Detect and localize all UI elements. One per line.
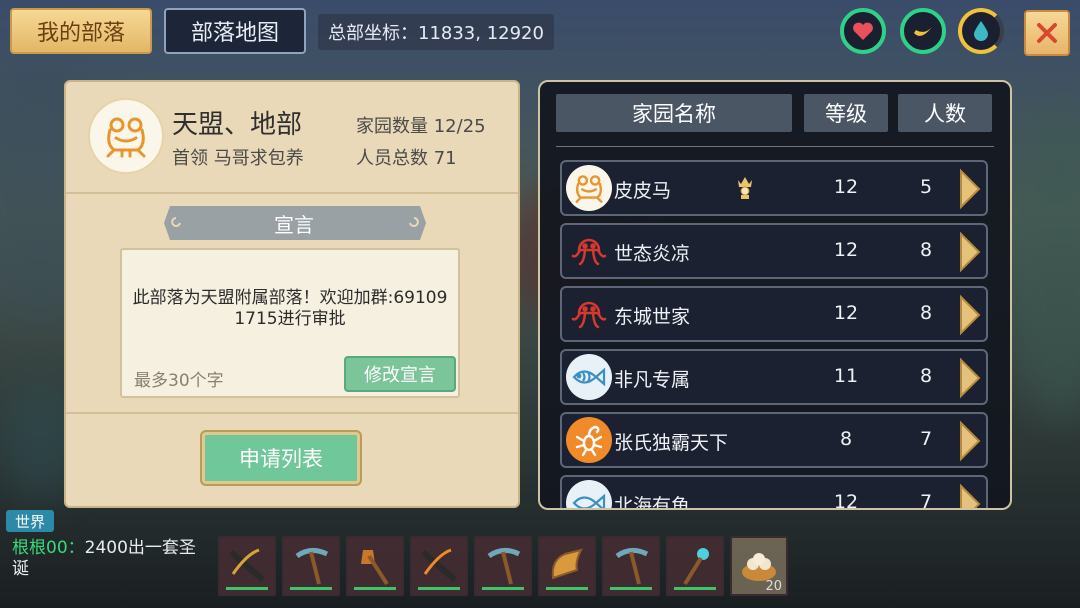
declaration-title: 宣言	[182, 206, 406, 240]
declaration-text: 此部落为天盟附属部落！欢迎加群:691091715进行审批	[132, 288, 448, 329]
declaration-limit: 最多30个字	[134, 371, 224, 391]
chevron-right-icon[interactable]	[958, 420, 982, 462]
ribbon-right-ornament	[404, 206, 426, 240]
edit-declaration-button[interactable]: 修改宣言	[344, 356, 456, 392]
tab-tribe-map[interactable]: 部落地图	[164, 8, 306, 54]
hotbar-slot[interactable]	[218, 536, 276, 596]
frog-icon	[106, 117, 146, 158]
home-people: 8	[919, 302, 933, 324]
fish-icon	[566, 354, 612, 400]
home-people: 7	[919, 428, 933, 450]
durability-bar	[674, 587, 716, 590]
home-people: 8	[919, 239, 933, 261]
home-row[interactable]: 皮皮马 12 5	[560, 160, 988, 216]
tribe-leader: 首领 马哥求包养	[172, 148, 304, 169]
water-drop-icon	[974, 21, 988, 41]
divider	[556, 146, 994, 147]
home-name: 非凡专属	[614, 369, 691, 391]
pickaxe-icon	[295, 548, 329, 585]
home-name: 世态炎凉	[614, 243, 691, 265]
home-name: 北海有鱼	[614, 495, 691, 510]
durability-bar	[418, 587, 460, 590]
axe-icon	[361, 550, 389, 586]
hotbar-slot[interactable]	[282, 536, 340, 596]
home-name: 东城世家	[614, 306, 691, 328]
tribe-avatar	[88, 98, 164, 174]
home-row[interactable]: 世态炎凉 12 8	[560, 223, 988, 279]
home-level: 11	[833, 365, 859, 387]
durability-bar	[290, 587, 332, 590]
home-name: 皮皮马	[614, 180, 672, 202]
pickaxe-icon	[615, 548, 649, 585]
home-name: 张氏独霸天下	[614, 432, 729, 454]
member-total: 人员总数 71	[356, 148, 457, 169]
chevron-right-icon[interactable]	[958, 483, 982, 510]
close-button[interactable]	[1024, 10, 1070, 56]
hotbar: 20	[218, 536, 788, 598]
octopus-icon	[566, 291, 612, 337]
home-count: 家园数量 12/25	[356, 116, 486, 137]
hq-coordinates: 总部坐标：11833, 12920	[318, 14, 554, 50]
hotbar-slot[interactable]	[666, 536, 724, 596]
chat-message: 根根00：2400出一套圣诞	[12, 538, 212, 580]
durability-bar	[482, 587, 524, 590]
health-indicator	[840, 8, 886, 54]
chevron-right-icon[interactable]	[958, 294, 982, 336]
chevron-right-icon[interactable]	[958, 357, 982, 399]
pickaxe-icon	[487, 548, 521, 585]
column-header-level: 等级	[804, 94, 888, 132]
durability-bar	[546, 587, 588, 590]
home-level: 12	[833, 239, 859, 261]
leader-crown-icon	[738, 177, 752, 199]
octopus-icon	[566, 228, 612, 274]
chat-channel-tag[interactable]: 世界	[6, 510, 54, 532]
apply-list-button[interactable]: 申请列表	[202, 432, 360, 484]
flame-crossbow-icon	[421, 548, 457, 583]
home-level: 8	[839, 428, 853, 450]
hotbar-slot[interactable]	[410, 536, 468, 596]
home-people: 8	[919, 365, 933, 387]
close-icon	[1037, 23, 1057, 43]
durability-bar	[354, 587, 396, 590]
hotbar-slot[interactable]	[538, 536, 596, 596]
banana-icon	[914, 27, 932, 36]
hunger-indicator	[900, 8, 946, 54]
home-row[interactable]: 北海有鱼 12 7	[560, 475, 988, 510]
chevron-right-icon[interactable]	[958, 168, 982, 210]
declaration-box: 此部落为天盟附属部落！欢迎加群:691091715进行审批 最多30个字 修改宣…	[120, 248, 460, 398]
home-level: 12	[833, 176, 859, 198]
tribe-name: 天盟、地部	[172, 110, 303, 140]
divider	[66, 192, 518, 194]
hotbar-slot[interactable]	[602, 536, 660, 596]
scorpion-icon	[566, 417, 612, 463]
horn-icon	[551, 548, 583, 580]
chat-sender: 根根00：	[12, 538, 85, 558]
home-level: 12	[833, 302, 859, 324]
home-row[interactable]: 张氏独霸天下 8 7	[560, 412, 988, 468]
tab-my-tribe[interactable]: 我的部落	[10, 8, 152, 54]
column-header-people: 人数	[898, 94, 992, 132]
durability-bar	[226, 587, 268, 590]
divider	[66, 412, 518, 414]
frog-icon	[566, 165, 612, 211]
tribe-info-panel: 天盟、地部 首领 马哥求包养 家园数量 12/25 人员总数 71 宣言 此部落…	[64, 80, 520, 508]
fish-icon	[566, 480, 612, 508]
durability-bar	[610, 587, 652, 590]
hotbar-slot[interactable]: 20	[730, 536, 788, 596]
hotbar-slot[interactable]	[346, 536, 404, 596]
home-row[interactable]: 东城世家 12 8	[560, 286, 988, 342]
chevron-right-icon[interactable]	[958, 231, 982, 273]
column-header-name: 家园名称	[556, 94, 792, 132]
hotbar-slot[interactable]	[474, 536, 532, 596]
home-level: 12	[833, 491, 859, 510]
magic-staff-icon	[683, 548, 709, 586]
home-people: 7	[919, 491, 933, 510]
thirst-indicator	[958, 8, 1004, 54]
home-people: 5	[919, 176, 933, 198]
item-count: 20	[765, 579, 782, 594]
home-row[interactable]: 非凡专属 11 8	[560, 349, 988, 405]
crossbow-icon	[229, 548, 265, 583]
heart-icon	[853, 22, 873, 40]
home-list-panel: 家园名称 等级 人数 皮皮马 12 5 世态炎凉 12 8 东城世家 12 8 …	[538, 80, 1012, 510]
